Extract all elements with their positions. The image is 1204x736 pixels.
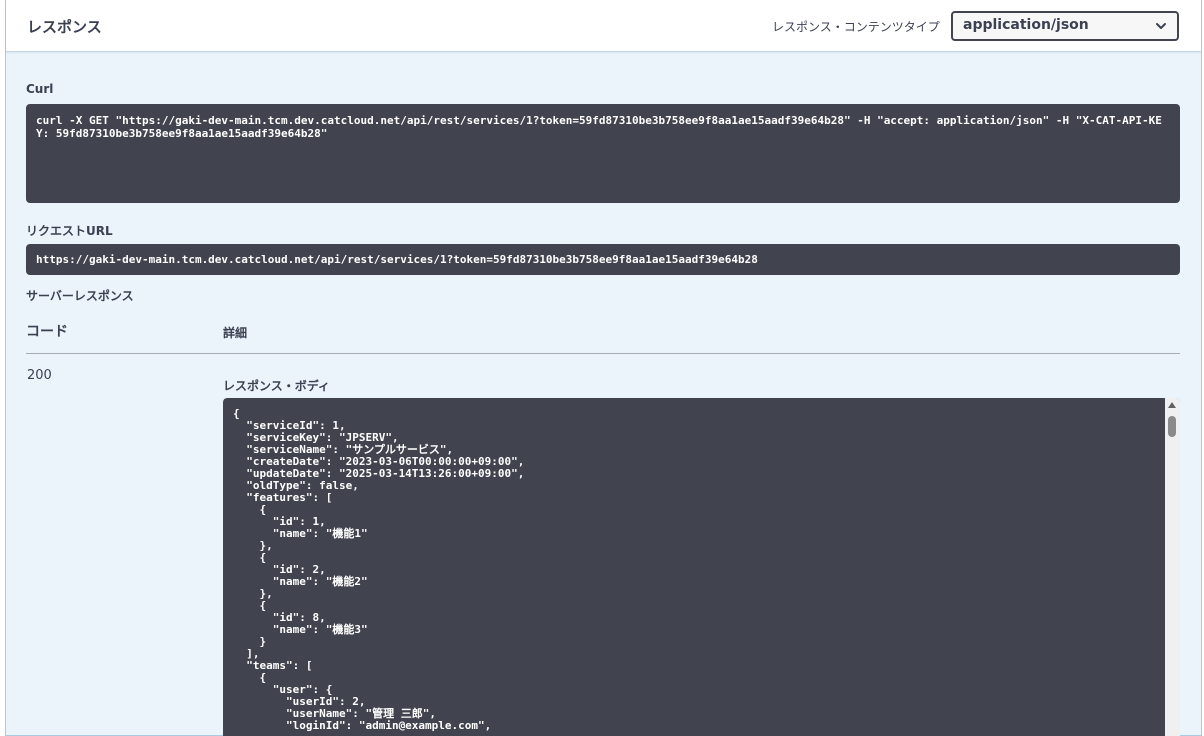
response-body-code[interactable]: { "serviceId": 1, "serviceKey": "JPSERV"… [233,408,1160,732]
response-body-scrollbar[interactable] [1165,398,1180,736]
responses-title: レスポンス [27,18,102,36]
response-body-label: レスポンス・ボディ [223,379,330,393]
content-type-value: application/json [963,17,1089,33]
response-body[interactable]: { "serviceId": 1, "serviceKey": "JPSERV"… [223,398,1180,736]
server-response-label: サーバーレスポンス [26,289,134,303]
responses-header: レスポンス レスポンス・コンテンツタイプ application/json [6,0,1201,52]
response-status-code: 200 [27,368,52,383]
curl-command[interactable]: curl -X GET "https://gaki-dev-main.tcm.d… [26,104,1180,203]
column-header-detail: 詳細 [223,326,248,340]
content-type-select[interactable]: application/json [951,11,1179,41]
column-header-code: コード [26,324,68,340]
chevron-down-icon [1156,23,1166,29]
responses-panel: レスポンス レスポンス・コンテンツタイプ application/json Cu… [5,0,1202,736]
request-url-value[interactable]: https://gaki-dev-main.tcm.dev.catcloud.n… [26,244,1180,275]
content-type-label: レスポンス・コンテンツタイプ [772,20,940,34]
curl-label: Curl [26,82,54,96]
table-divider [26,353,1180,354]
scroll-up-arrow-icon[interactable] [1168,402,1176,408]
request-url-label: リクエストURL [26,224,113,238]
scrollbar-thumb[interactable] [1168,416,1176,437]
